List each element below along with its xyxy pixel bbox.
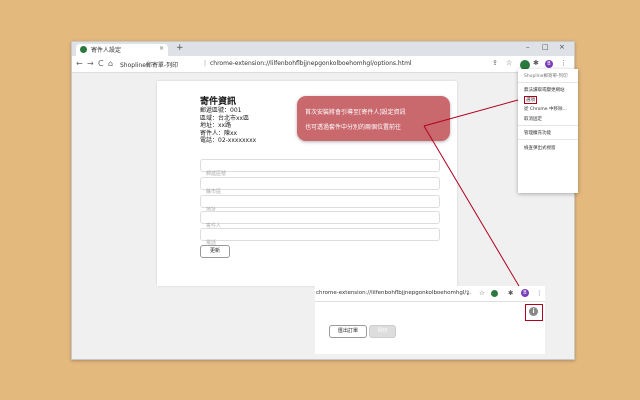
inset-avatar[interactable]: B (521, 289, 529, 297)
inset-puzzle-icon[interactable]: ✱ (508, 289, 513, 297)
export-orders-button[interactable]: 匯出訂單 (329, 325, 367, 338)
info-icon[interactable]: i (529, 307, 538, 316)
inset-url: chrome-extension://lilfenbohflbjjnepgonk… (316, 290, 472, 296)
popup-inset: chrome-extension://lilfenbohflbjjnepgonk… (315, 286, 545, 354)
inset-extension-icon[interactable] (491, 290, 498, 297)
info-highlight-box: i (525, 304, 543, 321)
arrow-to-popup-info (423, 125, 533, 309)
inset-star-icon[interactable]: ☆ (479, 289, 485, 297)
inset-more-icon[interactable]: ⋮ (536, 289, 543, 297)
inset-toolbar: chrome-extension://lilfenbohflbjjnepgonk… (315, 286, 545, 302)
print-button[interactable]: 列印 (369, 325, 396, 338)
inset-share-icon[interactable]: ⇪ (465, 289, 470, 297)
arrow-to-options-menu (423, 99, 519, 127)
